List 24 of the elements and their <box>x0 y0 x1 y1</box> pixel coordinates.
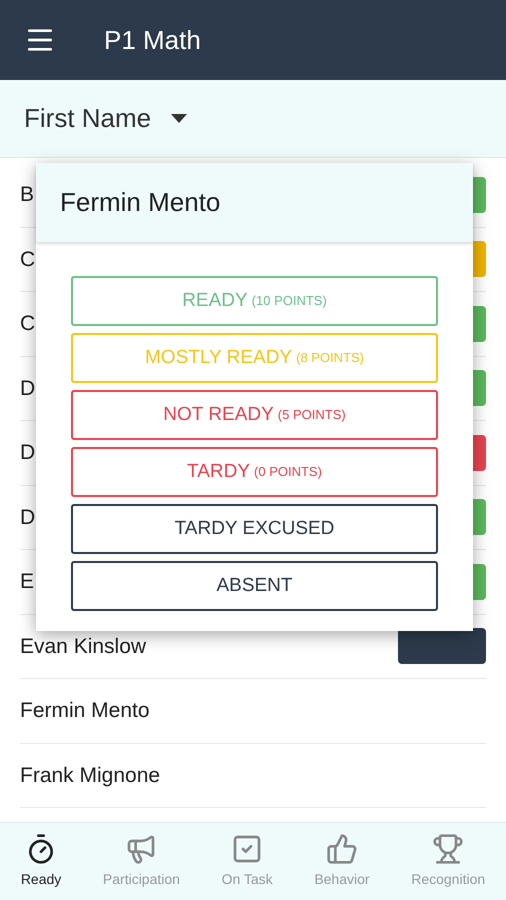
status-badge[interactable] <box>398 628 486 664</box>
nav-tab[interactable]: Ready <box>20 833 62 890</box>
megaphone-icon <box>125 833 158 865</box>
student-name[interactable]: D <box>20 502 36 533</box>
app-title: P1 Math <box>104 24 201 56</box>
student-name[interactable]: Frank Mignone <box>20 760 160 791</box>
student-name[interactable]: C <box>20 244 36 275</box>
trophy-icon <box>432 833 464 865</box>
student-name[interactable]: D <box>20 372 36 404</box>
student-name[interactable]: C <box>20 308 36 340</box>
dialog-title: Fermin Mento <box>60 186 220 219</box>
checkbox-icon <box>231 833 264 865</box>
status-option[interactable]: TARDY EXCUSED <box>71 504 438 554</box>
status-option[interactable]: NOT READY (5 POINTS) <box>71 390 438 440</box>
student-name[interactable]: D <box>20 437 36 468</box>
status-option[interactable]: ABSENT <box>71 561 438 611</box>
student-name[interactable]: Evan Kinslow <box>20 630 146 662</box>
student-name[interactable]: Fermin Mento <box>20 695 150 726</box>
student-name[interactable]: E <box>20 566 34 598</box>
status-option[interactable]: TARDY (0 POINTS) <box>71 447 438 497</box>
caret-icon <box>171 114 188 123</box>
sort-dropdown[interactable]: First Name <box>0 80 506 158</box>
thumbs-up-icon <box>326 833 358 865</box>
student-name[interactable]: B <box>20 179 34 210</box>
